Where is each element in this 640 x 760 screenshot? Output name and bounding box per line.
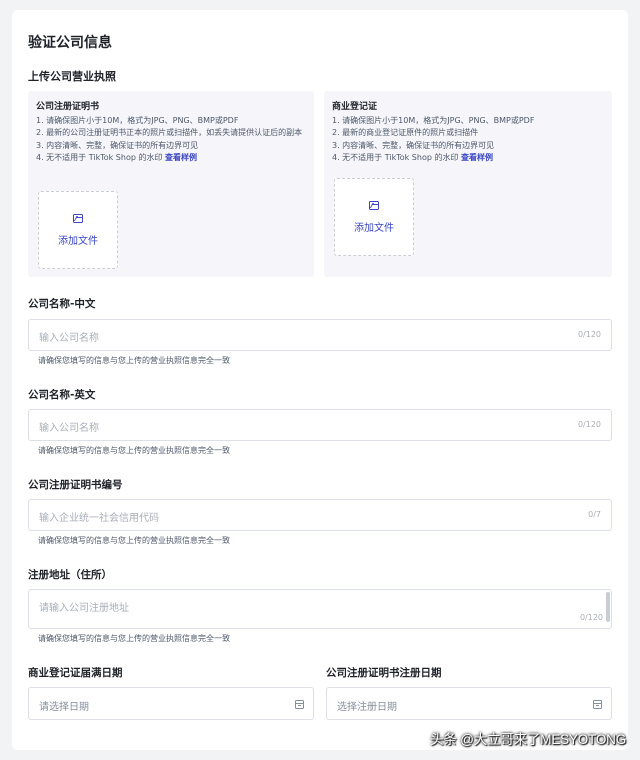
requirement-line: 3. 内容清晰、完整，确保证书的所有边界可见 [332, 140, 495, 150]
add-file-label: 添加文件 [58, 235, 98, 247]
panel-title: 商业登记证 [332, 102, 378, 112]
cert-number-label: 公司注册证明书编号 [28, 479, 123, 491]
address-label: 注册地址（住所） [28, 569, 112, 581]
view-example-link[interactable]: 查看样例 [165, 153, 197, 162]
cert-reg-date-label: 公司注册证明书注册日期 [326, 667, 442, 679]
upload-section-title: 上传公司营业执照 [28, 70, 116, 83]
page-title: 验证公司信息 [28, 35, 112, 51]
placeholder: 请选择日期 [39, 702, 89, 713]
char-counter: 0/120 [579, 613, 603, 622]
requirement-line: 2. 最新的商业登记证原件的照片或扫描件 [332, 128, 479, 138]
add-file-label: 添加文件 [354, 222, 394, 234]
view-example-link[interactable]: 查看样例 [461, 153, 493, 162]
requirement-line: 1. 请确保图片小于10M，格式为JPG、PNG、BMP或PDF [332, 116, 535, 125]
company-name-cn-label: 公司名称-中文 [28, 298, 96, 310]
upload-panel-registration-certificate: 公司注册证明书 1. 请确保图片小于10M，格式为JPG、PNG、BMP或PDF… [28, 91, 314, 277]
address-textarea[interactable]: 请输入公司注册地址 0/120 [28, 589, 612, 629]
field-hint: 请确保您填写的信息与您上传的营业执照信息完全一致 [38, 446, 230, 455]
requirement-line-watermark: 4. 无不适用于 TikTok Shop 的水印 查看样例 [36, 153, 198, 163]
company-name-en-label: 公司名称-英文 [28, 389, 96, 401]
add-file-button[interactable]: 添加文件 [38, 191, 118, 269]
placeholder: 输入公司名称 [39, 423, 99, 434]
field-hint: 请确保您填写的信息与您上传的营业执照信息完全一致 [38, 536, 230, 545]
requirement-line: 1. 请确保图片小于10M，格式为JPG、PNG、BMP或PDF [36, 116, 239, 125]
image-icon [73, 213, 83, 223]
upload-panel-business-registration: 商业登记证 1. 请确保图片小于10M，格式为JPG、PNG、BMP或PDF 2… [324, 91, 612, 277]
placeholder: 输入公司名称 [39, 333, 99, 344]
br-expiry-label: 商业登记证届满日期 [28, 667, 123, 679]
company-name-cn-input[interactable]: 输入公司名称 0/120 [28, 319, 612, 351]
textarea-scrollbar[interactable] [606, 592, 610, 622]
watermark-text: 头条 @大立哥来了MESYOTONG [430, 732, 626, 747]
add-file-button[interactable]: 添加文件 [334, 178, 414, 256]
company-verification-form: 验证公司信息 上传公司营业执照 公司注册证明书 1. 请确保图片小于10M，格式… [12, 10, 628, 750]
placeholder: 输入企业统一社会信用代码 [39, 513, 159, 524]
cert-number-input[interactable]: 输入企业统一社会信用代码 0/7 [28, 499, 612, 531]
panel-title: 公司注册证明书 [36, 102, 100, 112]
company-name-en-input[interactable]: 输入公司名称 0/120 [28, 409, 612, 441]
placeholder: 请输入公司注册地址 [39, 603, 129, 614]
requirement-line: 3. 内容清晰、完整，确保证书的所有边界可见 [36, 140, 199, 150]
field-hint: 请确保您填写的信息与您上传的营业执照信息完全一致 [38, 634, 230, 643]
br-expiry-date-picker[interactable]: 请选择日期 [28, 687, 314, 720]
field-hint: 请确保您填写的信息与您上传的营业执照信息完全一致 [38, 356, 230, 365]
requirement-line: 2. 最新的公司注册证明书正本的照片或扫描件，如丢失请提供认证后的副本 [36, 128, 303, 138]
char-counter: 0/120 [577, 420, 601, 429]
char-counter: 0/120 [577, 330, 601, 339]
calendar-icon [295, 700, 304, 709]
char-counter: 0/7 [588, 510, 601, 519]
calendar-icon [593, 700, 602, 709]
placeholder: 选择注册日期 [337, 702, 397, 713]
requirement-line-watermark: 4. 无不适用于 TikTok Shop 的水印 查看样例 [332, 153, 494, 163]
cert-reg-date-picker[interactable]: 选择注册日期 [326, 687, 612, 720]
image-icon [369, 200, 379, 210]
